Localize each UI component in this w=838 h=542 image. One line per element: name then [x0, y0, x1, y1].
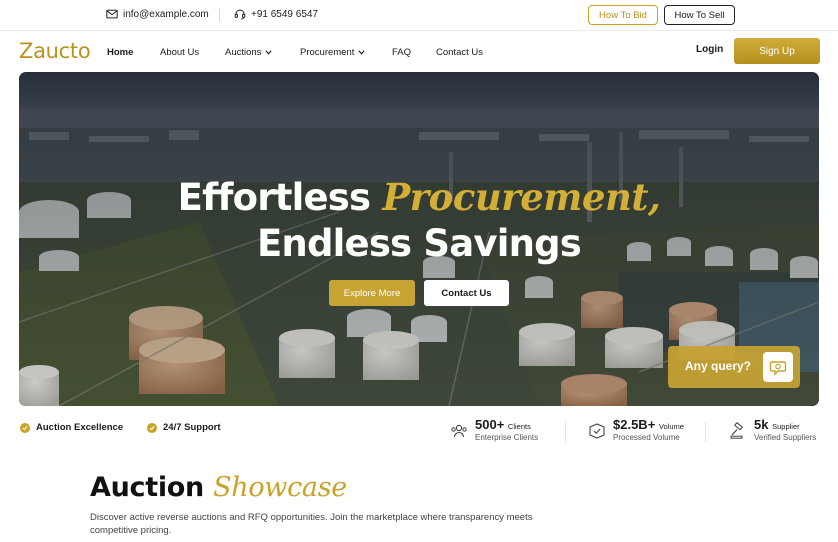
nav-auctions[interactable]: Auctions: [225, 47, 273, 58]
main-nav: Zaucto Home About Us Auctions Procuremen…: [0, 31, 838, 72]
email-contact[interactable]: info@example.com: [106, 8, 209, 20]
users-icon: [451, 424, 467, 438]
stat-clients: 500+ Clients Enterprise Clients: [450, 417, 539, 443]
stat-unit: Volume: [658, 422, 684, 431]
stat-value: 500+: [475, 417, 505, 432]
nav-contact-label: Contact Us: [436, 47, 483, 58]
nav-about-us[interactable]: About Us: [160, 47, 199, 58]
nav-about-label: About Us: [160, 47, 200, 58]
nav-auctions-label: Auctions: [225, 47, 262, 58]
email-text: info@example.com: [123, 8, 209, 20]
nav-home[interactable]: Home: [107, 47, 133, 58]
hero-heading-line2: Endless Savings: [256, 222, 582, 265]
phone-contact[interactable]: +91 6549 6547: [234, 8, 318, 20]
how-to-bid-button[interactable]: How To Bid: [588, 5, 658, 25]
stat-caption: Verified Suppliers: [754, 433, 817, 442]
how-to-sell-button[interactable]: How To Sell: [664, 5, 735, 25]
check-badge-icon: [147, 422, 157, 433]
showcase-description: Discover active reverse auctions and RFQ…: [90, 512, 533, 536]
hero-heading-gold: Procurement,: [382, 175, 661, 219]
stat-value: $2.5B+: [613, 417, 656, 432]
stat-divider: [565, 422, 566, 442]
chevron-down-icon: [265, 50, 273, 55]
stat-suppliers: 5k Supplier Verified Suppliers: [729, 417, 817, 443]
showcase-title-plain: Auction: [90, 472, 214, 503]
nav-faq-label: FAQ: [392, 47, 412, 58]
box-check-icon: [589, 423, 605, 439]
stat-volume: $2.5B+ Volume Processed Volume: [588, 417, 684, 443]
hero-banner: Effortless Procurement, Endless Savings …: [19, 72, 819, 406]
hero-heading-plain: Effortless: [177, 176, 383, 219]
chat-support-icon[interactable]: [763, 352, 793, 382]
badge-support: 24/7 Support: [147, 422, 221, 433]
any-query-label: Any query?: [685, 359, 752, 373]
phone-text: +91 6549 6547: [251, 8, 319, 20]
chevron-down-icon: [358, 50, 365, 55]
stat-caption: Enterprise Clients: [475, 433, 539, 442]
check-badge-icon: [20, 422, 30, 433]
badge-auction-excellence: Auction Excellence: [20, 422, 123, 433]
nav-procurement[interactable]: Procurement: [300, 47, 365, 58]
stat-unit: Clients: [507, 422, 531, 431]
explore-more-button[interactable]: Explore More: [329, 280, 415, 306]
sign-up-button[interactable]: Sign Up: [734, 38, 820, 64]
stat-value: 5k: [754, 417, 769, 432]
hero-heading-line1: Effortless Procurement,: [19, 175, 819, 219]
nav-faq[interactable]: FAQ: [392, 47, 411, 58]
showcase-title: Auction Showcase: [90, 472, 347, 503]
nav-home-label: Home: [107, 47, 134, 58]
nav-procurement-label: Procurement: [300, 47, 355, 58]
topbar-divider: [219, 8, 220, 22]
nav-contact-us[interactable]: Contact Us: [436, 47, 483, 58]
stat-divider: [705, 422, 706, 442]
login-link[interactable]: Login: [696, 44, 723, 55]
mail-icon: [106, 9, 118, 19]
headset-icon: [234, 9, 246, 20]
badge-label: 24/7 Support: [163, 422, 221, 433]
gavel-icon: [730, 422, 743, 439]
badge-label: Auction Excellence: [36, 422, 124, 433]
showcase-title-gold: Showcase: [213, 472, 347, 503]
stat-caption: Processed Volume: [613, 433, 680, 442]
logo[interactable]: Zaucto: [19, 39, 91, 63]
trust-stats-row: Auction Excellence 24/7 Support 500+ Cli…: [0, 414, 838, 450]
hero-contact-button[interactable]: Contact Us: [424, 280, 509, 306]
top-bar: info@example.com +91 6549 6547 How To Bi…: [0, 0, 838, 31]
any-query-widget[interactable]: Any query?: [668, 346, 800, 388]
stat-unit: Supplier: [772, 422, 800, 431]
